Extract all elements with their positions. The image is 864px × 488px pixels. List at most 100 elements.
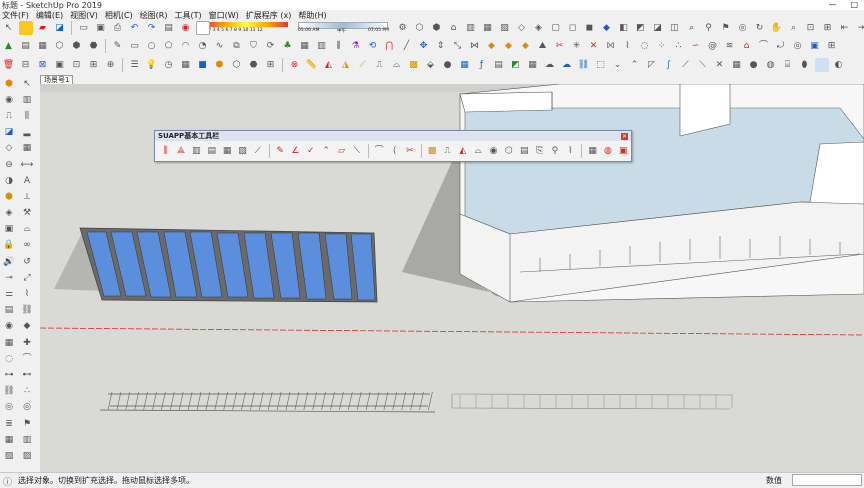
- paste-tool-icon[interactable]: ⎘: [533, 144, 545, 158]
- flask-icon[interactable]: ⚗: [349, 39, 363, 53]
- back-edges-icon[interactable]: ◈: [532, 21, 546, 35]
- tag-icon[interactable]: ⊕: [104, 58, 118, 72]
- sculpt-icon[interactable]: ⬮: [798, 58, 812, 72]
- blue-square-icon[interactable]: ■: [196, 58, 210, 72]
- next-view-icon[interactable]: ⇥: [855, 21, 864, 35]
- glow-icon[interactable]: [815, 58, 829, 72]
- material-b-icon[interactable]: ◆: [502, 39, 516, 53]
- section-plane-icon[interactable]: ◩: [634, 21, 648, 35]
- column-icon[interactable]: ▥: [20, 93, 34, 107]
- maximize-button[interactable]: □: [850, 0, 858, 9]
- protractor-icon[interactable]: ◑: [2, 174, 16, 188]
- back-view-icon[interactable]: ▦: [481, 21, 495, 35]
- tile3-icon[interactable]: ▧: [2, 449, 16, 463]
- left-view-icon[interactable]: ▧: [498, 21, 512, 35]
- align-icon[interactable]: ⊟: [19, 58, 33, 72]
- component-tool-icon[interactable]: ⬢: [2, 77, 16, 91]
- check-tool-icon[interactable]: ✓: [305, 144, 317, 158]
- tri-icon[interactable]: ◸: [645, 58, 659, 72]
- walk-icon[interactable]: ⚑: [719, 21, 733, 35]
- front-view-icon[interactable]: ⌂: [447, 21, 461, 35]
- orb-tool-icon[interactable]: ◉: [487, 144, 499, 158]
- suapp-panel-header[interactable]: SUAPP基本工具栏 ✕: [155, 131, 631, 141]
- section-cut-icon[interactable]: ◫: [668, 21, 682, 35]
- scale-tool-icon[interactable]: ⌓: [20, 223, 34, 237]
- redo-icon[interactable]: ↷: [145, 21, 159, 35]
- cloud2-icon[interactable]: ☁: [560, 58, 574, 72]
- box-select-icon[interactable]: ▣: [808, 39, 822, 53]
- cut-tool-icon[interactable]: ✂: [404, 144, 416, 158]
- hidden-line-icon[interactable]: ◻: [566, 21, 580, 35]
- orbit-icon[interactable]: ↻: [753, 21, 767, 35]
- spiral-icon[interactable]: @: [706, 39, 720, 53]
- follow-me-icon[interactable]: ⟳: [264, 39, 278, 53]
- position-camera-icon[interactable]: ⚲: [702, 21, 716, 35]
- chain-icon[interactable]: ⛓: [20, 304, 34, 318]
- ruler-icon[interactable]: 📏: [305, 58, 319, 72]
- hexagon-icon[interactable]: ⬢: [213, 58, 227, 72]
- hook-icon[interactable]: ↺: [20, 255, 34, 269]
- layers-icon[interactable]: ▦: [179, 58, 193, 72]
- blue-tool-icon[interactable]: ◪: [2, 126, 16, 140]
- eye-icon[interactable]: ◉: [2, 320, 16, 334]
- pattern-icon[interactable]: ▦: [458, 58, 472, 72]
- plugin-a-icon[interactable]: ▲: [2, 39, 16, 53]
- hatch-icon[interactable]: ▤: [492, 58, 506, 72]
- chain2-icon[interactable]: ⛓: [2, 385, 16, 399]
- tile-icon[interactable]: ▦: [2, 433, 16, 447]
- rotate-icon[interactable]: ⟲: [366, 39, 380, 53]
- pie-icon[interactable]: ◔: [196, 39, 210, 53]
- cross-icon[interactable]: ✚: [20, 336, 34, 350]
- target-icon[interactable]: ◎: [20, 401, 34, 415]
- clock-icon[interactable]: ◷: [162, 58, 176, 72]
- cloud-icon[interactable]: ☁: [543, 58, 557, 72]
- dims-icon[interactable]: ⊞: [87, 58, 101, 72]
- array-icon[interactable]: ⊞: [825, 39, 839, 53]
- open-icon[interactable]: ▭: [77, 21, 91, 35]
- wireframe-icon[interactable]: ▢: [549, 21, 563, 35]
- shaded-icon[interactable]: ◼: [583, 21, 597, 35]
- pipe-icon[interactable]: ⌇: [20, 288, 34, 302]
- beam-tool-icon[interactable]: ⟋: [252, 144, 264, 158]
- measurements-field[interactable]: [792, 474, 862, 486]
- terrain2-icon[interactable]: ◮: [339, 58, 353, 72]
- select-icon[interactable]: ↖: [2, 21, 16, 35]
- road-icon[interactable]: ⌓: [390, 58, 404, 72]
- link-icon[interactable]: ⛓: [577, 58, 591, 72]
- group-icon[interactable]: ▣: [53, 58, 67, 72]
- wall-icon[interactable]: ▥: [315, 39, 329, 53]
- plant-icon[interactable]: ♣: [281, 39, 295, 53]
- hex-outline-icon[interactable]: ⬡: [230, 58, 244, 72]
- shaded-textures-icon[interactable]: ◆: [600, 21, 614, 35]
- move-icon[interactable]: ✥: [417, 39, 431, 53]
- line-tool-icon[interactable]: ╱: [400, 39, 414, 53]
- bend-icon[interactable]: ⤾: [774, 39, 788, 53]
- text-icon[interactable]: A: [20, 174, 34, 188]
- merge-icon[interactable]: ⊞: [264, 58, 278, 72]
- intersect-icon[interactable]: ⋈: [468, 39, 482, 53]
- zoom-extents-icon[interactable]: ⊞: [821, 21, 835, 35]
- frame-icon[interactable]: ⬚: [594, 58, 608, 72]
- weld-icon[interactable]: ⌇: [621, 39, 635, 53]
- pin-tool-icon[interactable]: ⚲: [549, 144, 561, 158]
- pipe2-icon[interactable]: ⊶: [2, 368, 16, 382]
- scale-icon[interactable]: ⤡: [451, 39, 465, 53]
- hammer-icon[interactable]: ⚒: [20, 207, 34, 221]
- cup-icon[interactable]: ◐: [832, 58, 846, 72]
- right-view-icon[interactable]: ▥: [464, 21, 478, 35]
- diagonal2-icon[interactable]: ⟍: [696, 58, 710, 72]
- house-icon[interactable]: ⌂: [740, 39, 754, 53]
- sheet-icon[interactable]: ▦: [2, 336, 16, 350]
- explode-icon[interactable]: ✳: [570, 39, 584, 53]
- spline-icon[interactable]: ∫: [662, 58, 676, 72]
- flag-icon[interactable]: ⚑: [20, 417, 34, 431]
- swirl-tool-icon[interactable]: ◍: [602, 144, 614, 158]
- stair-icon[interactable]: ⎍: [373, 58, 387, 72]
- wand-tool-icon[interactable]: ⌇: [564, 144, 576, 158]
- erase-tag-icon[interactable]: ⊗: [288, 58, 302, 72]
- camera-icon[interactable]: ⌕: [685, 21, 699, 35]
- sandbox-icon[interactable]: ⛰: [536, 39, 550, 53]
- fence-icon[interactable]: ⫼: [332, 39, 346, 53]
- dot-pattern-icon[interactable]: ∴: [672, 39, 686, 53]
- grid-tool-icon[interactable]: ▦: [221, 144, 233, 158]
